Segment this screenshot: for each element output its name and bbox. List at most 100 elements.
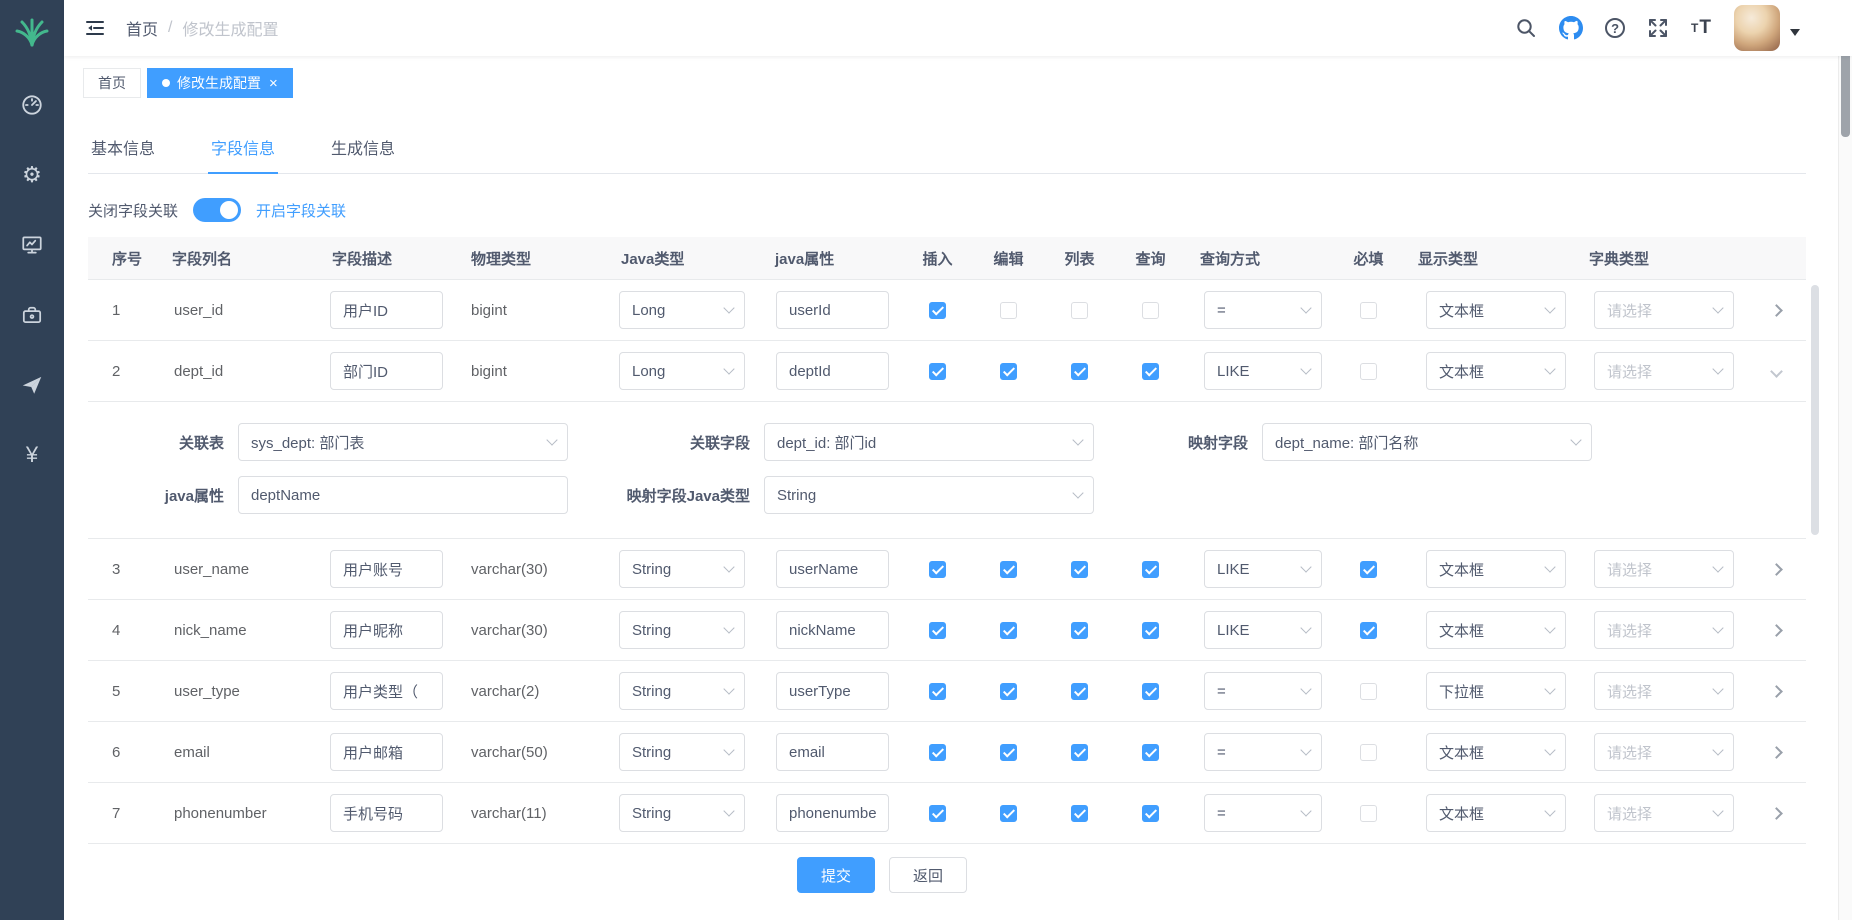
insert-checkbox[interactable] xyxy=(929,622,946,639)
required-checkbox[interactable] xyxy=(1360,622,1377,639)
java-prop-input[interactable] xyxy=(776,733,889,771)
java-type-select[interactable]: Long xyxy=(619,291,745,329)
java-type-select[interactable]: String xyxy=(619,550,745,588)
mapping-column-select[interactable]: dept_name: 部门名称 xyxy=(1262,423,1592,461)
close-icon[interactable]: × xyxy=(269,75,278,92)
sidebar-item-settings[interactable]: ⚙ xyxy=(22,162,42,188)
query-mode-select[interactable]: LIKE xyxy=(1204,550,1322,588)
fullscreen-icon[interactable] xyxy=(1647,17,1669,39)
sidebar-item-toolbox[interactable] xyxy=(20,302,44,328)
help-icon[interactable]: ? xyxy=(1605,18,1625,38)
list-checkbox[interactable] xyxy=(1071,744,1088,761)
sidebar-item-monitor[interactable] xyxy=(20,232,44,258)
query-mode-select[interactable]: = xyxy=(1204,291,1322,329)
display-type-select[interactable]: 文本框 xyxy=(1426,352,1566,390)
java-type-select[interactable]: String xyxy=(619,733,745,771)
query-checkbox[interactable] xyxy=(1142,744,1159,761)
github-icon[interactable] xyxy=(1559,16,1583,40)
edit-checkbox[interactable] xyxy=(1000,363,1017,380)
tab-basic-info[interactable]: 基本信息 xyxy=(88,125,158,173)
java-prop-input[interactable] xyxy=(776,291,889,329)
tag-current[interactable]: 修改生成配置 × xyxy=(147,68,293,98)
list-checkbox[interactable] xyxy=(1071,302,1088,319)
required-checkbox[interactable] xyxy=(1360,805,1377,822)
tag-home[interactable]: 首页 xyxy=(83,68,141,98)
java-type-select[interactable]: Long xyxy=(619,352,745,390)
mapping-java-type-select[interactable]: String xyxy=(764,476,1094,514)
list-checkbox[interactable] xyxy=(1071,363,1088,380)
insert-checkbox[interactable] xyxy=(929,363,946,380)
field-desc-input[interactable] xyxy=(330,291,443,329)
display-type-select[interactable]: 文本框 xyxy=(1426,291,1566,329)
relation-java-prop-input[interactable] xyxy=(238,476,568,514)
dict-type-select[interactable]: 请选择 xyxy=(1594,672,1734,710)
field-desc-input[interactable] xyxy=(330,352,443,390)
query-mode-select[interactable]: = xyxy=(1204,794,1322,832)
required-checkbox[interactable] xyxy=(1360,683,1377,700)
query-mode-select[interactable]: = xyxy=(1204,672,1322,710)
expand-row-icon[interactable] xyxy=(1770,685,1783,698)
display-type-select[interactable]: 下拉框 xyxy=(1426,672,1566,710)
dict-type-select[interactable]: 请选择 xyxy=(1594,733,1734,771)
edit-checkbox[interactable] xyxy=(1000,805,1017,822)
relation-column-select[interactable]: dept_id: 部门id xyxy=(764,423,1094,461)
expand-row-icon[interactable] xyxy=(1770,563,1783,576)
breadcrumb-home[interactable]: 首页 xyxy=(126,16,158,40)
query-checkbox[interactable] xyxy=(1142,302,1159,319)
insert-checkbox[interactable] xyxy=(929,683,946,700)
edit-checkbox[interactable] xyxy=(1000,302,1017,319)
field-desc-input[interactable] xyxy=(330,733,443,771)
java-prop-input[interactable] xyxy=(776,794,889,832)
edit-checkbox[interactable] xyxy=(1000,683,1017,700)
dict-type-select[interactable]: 请选择 xyxy=(1594,794,1734,832)
display-type-select[interactable]: 文本框 xyxy=(1426,550,1566,588)
edit-checkbox[interactable] xyxy=(1000,561,1017,578)
tab-field-info[interactable]: 字段信息 xyxy=(208,125,278,174)
tab-generate-info[interactable]: 生成信息 xyxy=(328,125,398,173)
list-checkbox[interactable] xyxy=(1071,805,1088,822)
dict-type-select[interactable]: 请选择 xyxy=(1594,352,1734,390)
java-type-select[interactable]: String xyxy=(619,672,745,710)
query-checkbox[interactable] xyxy=(1142,561,1159,578)
field-desc-input[interactable] xyxy=(330,611,443,649)
sidebar-item-send[interactable] xyxy=(20,372,44,398)
sidebar-item-finance[interactable]: ¥ xyxy=(26,442,38,468)
expand-row-icon[interactable] xyxy=(1770,807,1783,820)
required-checkbox[interactable] xyxy=(1360,744,1377,761)
expand-row-icon[interactable] xyxy=(1770,746,1783,759)
required-checkbox[interactable] xyxy=(1360,561,1377,578)
insert-checkbox[interactable] xyxy=(929,805,946,822)
query-checkbox[interactable] xyxy=(1142,805,1159,822)
field-desc-input[interactable] xyxy=(330,550,443,588)
required-checkbox[interactable] xyxy=(1360,302,1377,319)
app-logo-icon[interactable] xyxy=(14,10,50,54)
java-type-select[interactable]: String xyxy=(619,611,745,649)
insert-checkbox[interactable] xyxy=(929,302,946,319)
java-type-select[interactable]: String xyxy=(619,794,745,832)
insert-checkbox[interactable] xyxy=(929,561,946,578)
java-prop-input[interactable] xyxy=(776,672,889,710)
display-type-select[interactable]: 文本框 xyxy=(1426,611,1566,649)
java-prop-input[interactable] xyxy=(776,352,889,390)
dict-type-select[interactable]: 请选择 xyxy=(1594,611,1734,649)
expand-row-icon[interactable] xyxy=(1770,624,1783,637)
relation-table-select[interactable]: sys_dept: 部门表 xyxy=(238,423,568,461)
query-checkbox[interactable] xyxy=(1142,363,1159,380)
query-mode-select[interactable]: LIKE xyxy=(1204,611,1322,649)
java-prop-input[interactable] xyxy=(776,611,889,649)
expand-row-icon[interactable] xyxy=(1770,304,1783,317)
insert-checkbox[interactable] xyxy=(929,744,946,761)
relation-toggle-switch[interactable] xyxy=(193,198,241,222)
query-checkbox[interactable] xyxy=(1142,683,1159,700)
dict-type-select[interactable]: 请选择 xyxy=(1594,291,1734,329)
query-mode-select[interactable]: LIKE xyxy=(1204,352,1322,390)
font-size-icon[interactable]: TT xyxy=(1691,17,1712,39)
search-icon[interactable] xyxy=(1515,17,1537,39)
list-checkbox[interactable] xyxy=(1071,683,1088,700)
edit-checkbox[interactable] xyxy=(1000,744,1017,761)
chevron-down-icon[interactable] xyxy=(1790,29,1800,41)
list-checkbox[interactable] xyxy=(1071,622,1088,639)
submit-button[interactable]: 提交 xyxy=(797,857,875,893)
sidebar-collapse-icon[interactable] xyxy=(84,17,106,39)
display-type-select[interactable]: 文本框 xyxy=(1426,794,1566,832)
